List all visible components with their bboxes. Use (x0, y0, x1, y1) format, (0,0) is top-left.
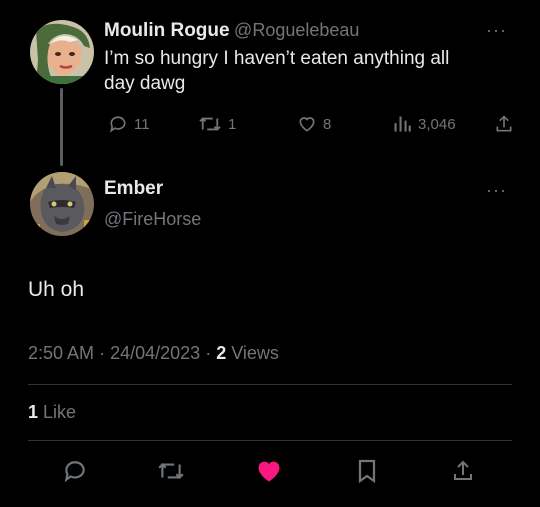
parent-like-button[interactable]: 8 (297, 114, 331, 134)
like-count: 1 (28, 402, 39, 422)
share-icon (451, 459, 475, 488)
thread-connector-line (60, 88, 63, 166)
bookmark-button[interactable] (350, 456, 384, 490)
like-label: Like (43, 402, 77, 422)
likes-summary[interactable]: 1 Like (28, 402, 76, 423)
parent-retweet-count: 1 (228, 115, 237, 133)
parent-tweet-text: I’m so hungry I haven’t eaten anything a… (104, 46, 449, 96)
views-count: 2 (216, 343, 227, 363)
share-icon (494, 114, 514, 134)
main-tweet-text: Uh oh (28, 278, 85, 301)
meta-separator: · (205, 343, 212, 363)
parent-views-count: 3,046 (418, 115, 456, 133)
views-label: Views (231, 343, 279, 363)
parent-handle[interactable]: @Roguelebeau (234, 20, 359, 40)
parent-reply-button[interactable]: 11 (108, 114, 150, 134)
parent-reply-count: 11 (134, 115, 150, 133)
parent-more-options-icon[interactable]: ··· (486, 20, 507, 41)
main-handle[interactable]: @FireHorse (104, 209, 201, 230)
parent-retweet-button[interactable]: 1 (198, 114, 236, 134)
avatar-roguelebeau[interactable] (30, 20, 94, 84)
share-button[interactable] (446, 456, 480, 490)
like-button[interactable] (252, 456, 286, 490)
reply-icon (108, 114, 128, 134)
bookmark-icon (355, 458, 379, 489)
parent-tweet-text-line1: I’m so hungry I haven’t eaten anything a… (104, 48, 450, 69)
retweet-button[interactable] (154, 456, 188, 490)
retweet-icon (157, 459, 185, 488)
views-icon (392, 114, 412, 134)
reply-icon (62, 458, 88, 489)
retweet-icon (198, 114, 222, 134)
parent-display-name[interactable]: Moulin Rogue (104, 20, 230, 41)
divider (28, 440, 512, 441)
parent-tweet-text-line2: day dawg (104, 73, 186, 94)
main-more-options-icon[interactable]: ··· (486, 180, 507, 201)
parent-share-button[interactable] (494, 114, 514, 134)
meta-separator: · (99, 343, 106, 363)
heart-icon (297, 114, 317, 134)
heart-icon (255, 457, 283, 490)
parent-like-count: 8 (323, 115, 332, 133)
divider (28, 384, 512, 385)
parent-tweet-header: Moulin Rogue @Roguelebeau (104, 20, 359, 42)
parent-views-button[interactable]: 3,046 (392, 114, 456, 134)
tweet-date[interactable]: 24/04/2023 (110, 343, 200, 363)
main-display-name[interactable]: Ember (104, 178, 163, 200)
reply-button[interactable] (58, 456, 92, 490)
tweet-meta: 2:50 AM · 24/04/2023 · 2 Views (28, 343, 279, 364)
avatar-firehorse[interactable] (30, 172, 94, 236)
tweet-time[interactable]: 2:50 AM (28, 343, 94, 363)
